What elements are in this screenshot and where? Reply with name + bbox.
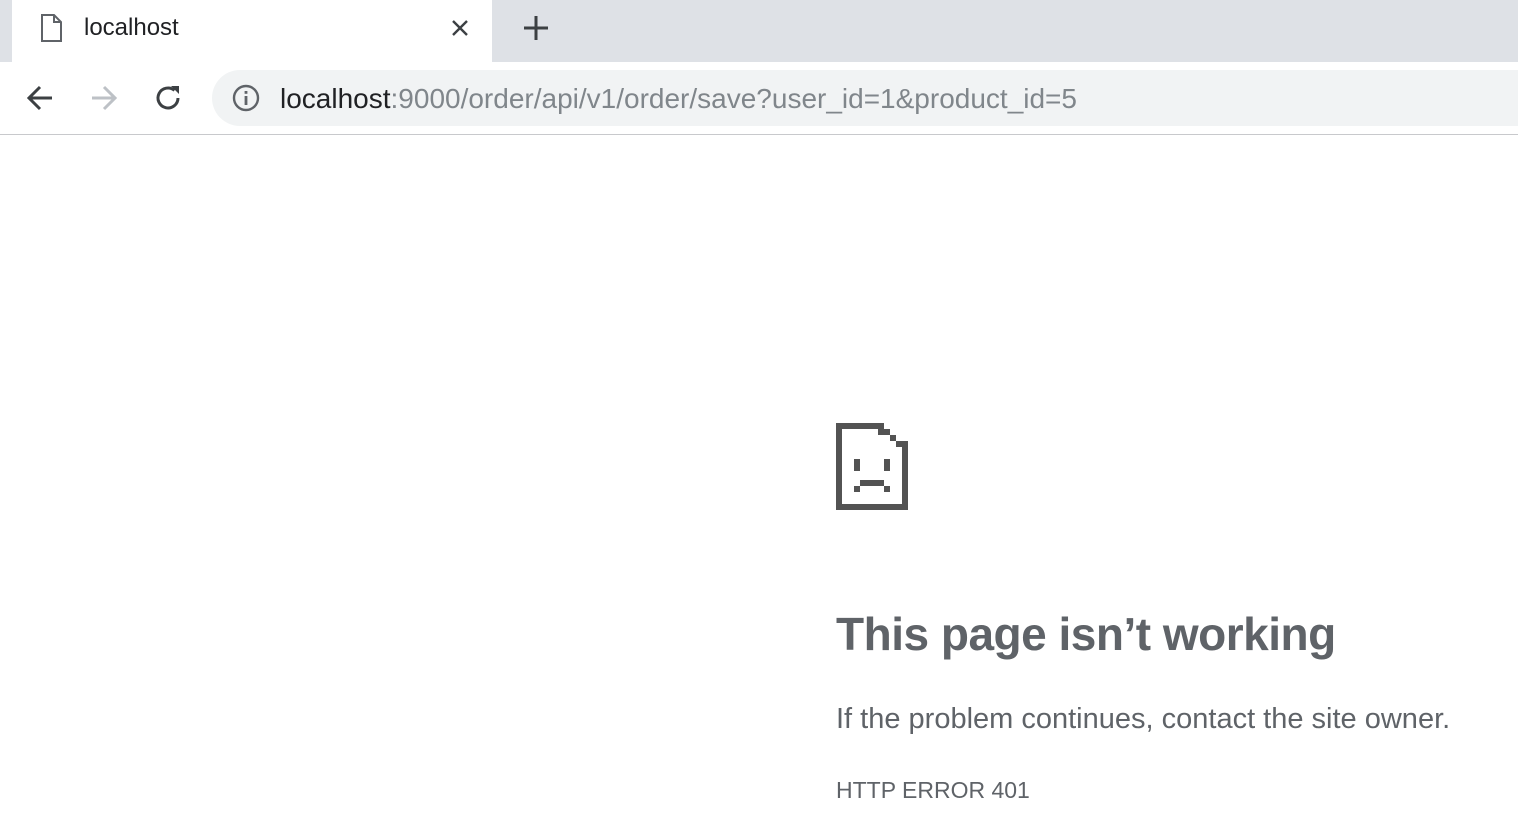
plus-icon [524, 16, 548, 40]
tab-localhost[interactable]: localhost [12, 0, 492, 62]
sad-page-icon [836, 423, 908, 510]
forward-arrow-icon [92, 85, 118, 111]
url-text[interactable]: localhost:9000/order/api/v1/order/save?u… [280, 83, 1077, 115]
info-icon[interactable] [232, 84, 260, 112]
reload-icon [156, 86, 180, 110]
close-icon[interactable] [444, 12, 476, 44]
back-button[interactable] [18, 76, 62, 120]
browser-toolbar: localhost:9000/order/api/v1/order/save?u… [0, 62, 1518, 135]
reload-button[interactable] [146, 76, 190, 120]
url-host: localhost [280, 83, 391, 114]
back-arrow-icon [26, 85, 52, 111]
url-path: :9000/order/api/v1/order/save?user_id=1&… [390, 83, 1077, 114]
error-code: HTTP ERROR 401 [836, 777, 1030, 803]
new-tab-button[interactable] [516, 10, 556, 46]
tab-strip: localhost [0, 0, 1518, 62]
address-bar[interactable]: localhost:9000/order/api/v1/order/save?u… [212, 70, 1518, 126]
tab-title: localhost [84, 14, 179, 41]
error-title: This page isn’t working [836, 608, 1336, 660]
page-icon [40, 14, 62, 42]
error-description: If the problem continues, contact the si… [836, 703, 1451, 735]
forward-button[interactable] [82, 76, 126, 120]
